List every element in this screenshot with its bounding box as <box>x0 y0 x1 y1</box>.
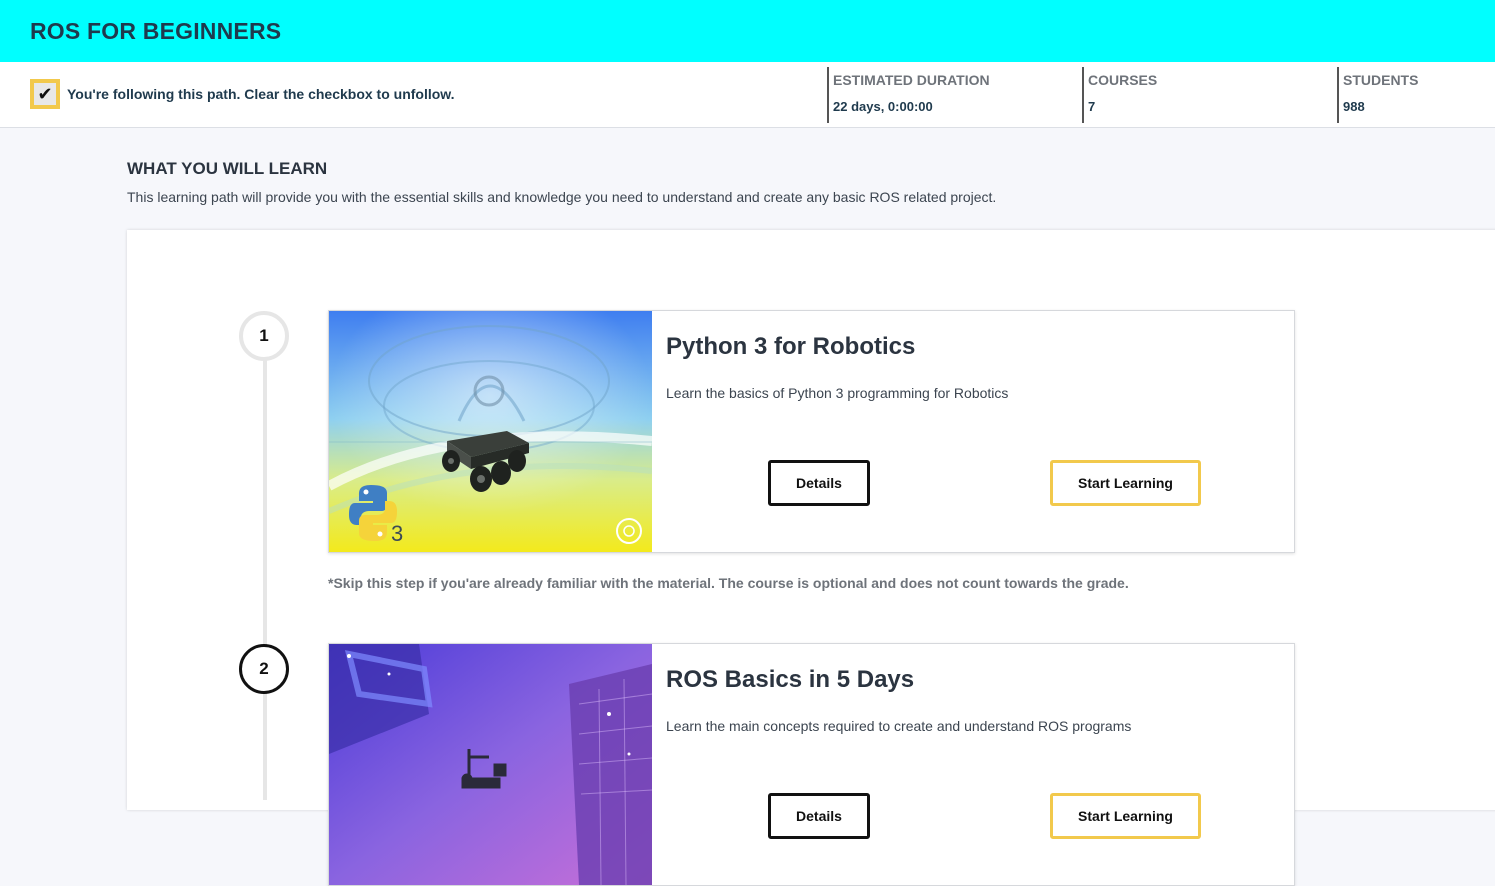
follow-toggle[interactable]: ✔ You're following this path. Clear the … <box>30 79 455 109</box>
step-number: 2 <box>259 659 269 678</box>
stat-value: 22 days, 0:00:00 <box>833 99 933 114</box>
python-robot-illustration: 3 <box>329 311 652 552</box>
course-title: Python 3 for Robotics <box>666 333 916 360</box>
stat-value: 7 <box>1088 99 1096 114</box>
path-title: ROS FOR BEGINNERS <box>30 17 282 44</box>
details-button[interactable]: Details <box>768 460 870 506</box>
stat-courses: COURSES 7 <box>1082 67 1332 123</box>
course-description: Learn the basics of Python 3 programming… <box>666 385 1009 401</box>
stat-duration: ESTIMATED DURATION 22 days, 0:00:00 <box>827 67 1077 123</box>
page-header: ROS FOR BEGINNERS <box>0 0 1495 62</box>
python-version-badge: 3 <box>391 521 403 546</box>
start-learning-button[interactable]: Start Learning <box>1050 460 1201 506</box>
section-title: WHAT YOU WILL LEARN <box>127 159 328 178</box>
course-thumbnail <box>329 644 652 885</box>
stat-students: STUDENTS 988 <box>1337 67 1487 123</box>
follow-checkbox[interactable]: ✔ <box>30 79 60 109</box>
step-marker-2: 2 <box>239 644 289 694</box>
step-number: 1 <box>259 326 269 345</box>
course-description: Learn the main concepts required to crea… <box>666 718 1132 734</box>
start-learning-button[interactable]: Start Learning <box>1050 793 1201 839</box>
stat-label: COURSES <box>1088 72 1158 88</box>
section-description: This learning path will provide you with… <box>127 189 997 205</box>
details-button[interactable]: Details <box>768 793 870 839</box>
check-icon: ✔ <box>37 84 53 104</box>
course-card-ros-basics: ROS Basics in 5 Days Learn the main conc… <box>328 643 1295 886</box>
ros-robot-illustration <box>329 644 652 885</box>
follow-label: You're following this path. Clear the ch… <box>67 86 455 102</box>
course-card-python3: 3 Python 3 for Robotics Learn the basics… <box>328 310 1295 553</box>
step-marker-1: 1 <box>239 311 289 361</box>
course-title: ROS Basics in 5 Days <box>666 666 915 693</box>
stat-label: STUDENTS <box>1343 72 1419 88</box>
timeline-line <box>263 340 267 800</box>
follow-bar: ✔ You're following this path. Clear the … <box>0 62 1495 128</box>
course-thumbnail: 3 <box>329 311 652 552</box>
stat-value: 988 <box>1343 99 1365 114</box>
stat-label: ESTIMATED DURATION <box>833 72 990 88</box>
optional-course-note: *Skip this step if you'are already famil… <box>328 575 1129 591</box>
